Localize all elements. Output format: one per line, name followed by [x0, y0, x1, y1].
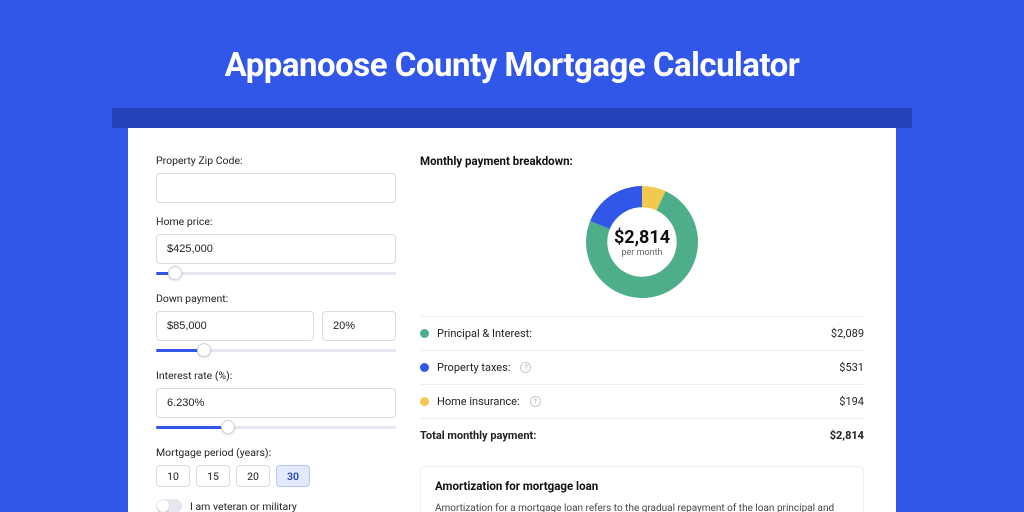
info-icon[interactable]: ?	[520, 362, 531, 373]
field-zip: Property Zip Code:	[156, 154, 396, 203]
home-price-slider-knob[interactable]	[168, 266, 182, 280]
down-payment-label: Down payment:	[156, 292, 396, 305]
legend-total-value: $2,814	[830, 429, 864, 442]
home-price-label: Home price:	[156, 215, 396, 228]
legend-value-tax: $531	[839, 361, 864, 374]
page-title: Appanoose County Mortgage Calculator	[0, 0, 1024, 85]
mortgage-period-option-15[interactable]: 15	[196, 465, 230, 487]
form-column: Property Zip Code: Home price: Down paym…	[156, 154, 396, 512]
mortgage-period-buttons: 10 15 20 30	[156, 465, 396, 487]
donut-chart-wrap: $2,814 per month	[420, 176, 864, 316]
breakdown-column: Monthly payment breakdown: $2,814 per mo…	[420, 154, 864, 512]
legend-total-label: Total monthly payment:	[420, 429, 536, 442]
amortization-text: Amortization for a mortgage loan refers …	[435, 501, 849, 512]
legend-label-ins: Home insurance:	[437, 395, 520, 408]
legend-label-pi: Principal & Interest:	[437, 327, 532, 340]
breakdown-legend: Principal & Interest: $2,089 Property taxe…	[420, 316, 864, 452]
amortization-card: Amortization for mortgage loan Amortizat…	[420, 466, 864, 512]
legend-dot-ins	[420, 397, 429, 406]
donut-center: $2,814 per month	[582, 182, 702, 302]
interest-rate-slider[interactable]	[156, 422, 396, 434]
info-icon[interactable]: ?	[530, 396, 541, 407]
donut-center-sub: per month	[621, 248, 662, 258]
donut-center-value: $2,814	[614, 227, 670, 248]
interest-rate-slider-knob[interactable]	[221, 420, 235, 434]
veteran-toggle-label: I am veteran or military	[190, 500, 297, 512]
legend-row-tax: Property taxes:? $531	[420, 351, 864, 385]
amortization-heading: Amortization for mortgage loan	[435, 479, 849, 493]
legend-row-total: Total monthly payment: $2,814	[420, 419, 864, 452]
field-interest-rate: Interest rate (%):	[156, 369, 396, 434]
down-payment-slider-knob[interactable]	[197, 343, 211, 357]
down-payment-pct-input[interactable]	[322, 311, 396, 341]
down-payment-input[interactable]	[156, 311, 314, 341]
legend-value-pi: $2,089	[831, 327, 864, 340]
calculator-panel: Property Zip Code: Home price: Down paym…	[128, 128, 896, 512]
breakdown-title: Monthly payment breakdown:	[420, 154, 864, 168]
mortgage-period-option-20[interactable]: 20	[236, 465, 270, 487]
mortgage-period-option-10[interactable]: 10	[156, 465, 190, 487]
interest-rate-label: Interest rate (%):	[156, 369, 396, 382]
field-down-payment: Down payment:	[156, 292, 396, 357]
home-price-slider[interactable]	[156, 268, 396, 280]
zip-label: Property Zip Code:	[156, 154, 396, 167]
veteran-toggle-row: I am veteran or military	[156, 499, 396, 512]
panel-shadow	[112, 108, 912, 128]
legend-row-ins: Home insurance:? $194	[420, 385, 864, 419]
mortgage-period-option-30[interactable]: 30	[276, 465, 310, 487]
legend-dot-tax	[420, 363, 429, 372]
veteran-toggle[interactable]	[156, 499, 182, 512]
legend-row-pi: Principal & Interest: $2,089	[420, 317, 864, 351]
mortgage-period-label: Mortgage period (years):	[156, 446, 396, 459]
field-mortgage-period: Mortgage period (years): 10 15 20 30	[156, 446, 396, 487]
legend-dot-pi	[420, 329, 429, 338]
home-price-input[interactable]	[156, 234, 396, 264]
zip-input[interactable]	[156, 173, 396, 203]
down-payment-slider[interactable]	[156, 345, 396, 357]
page-background: Appanoose County Mortgage Calculator Pro…	[0, 0, 1024, 512]
donut-chart: $2,814 per month	[582, 182, 702, 302]
legend-label-tax: Property taxes:	[437, 361, 510, 374]
field-home-price: Home price:	[156, 215, 396, 280]
legend-value-ins: $194	[839, 395, 864, 408]
interest-rate-input[interactable]	[156, 388, 396, 418]
